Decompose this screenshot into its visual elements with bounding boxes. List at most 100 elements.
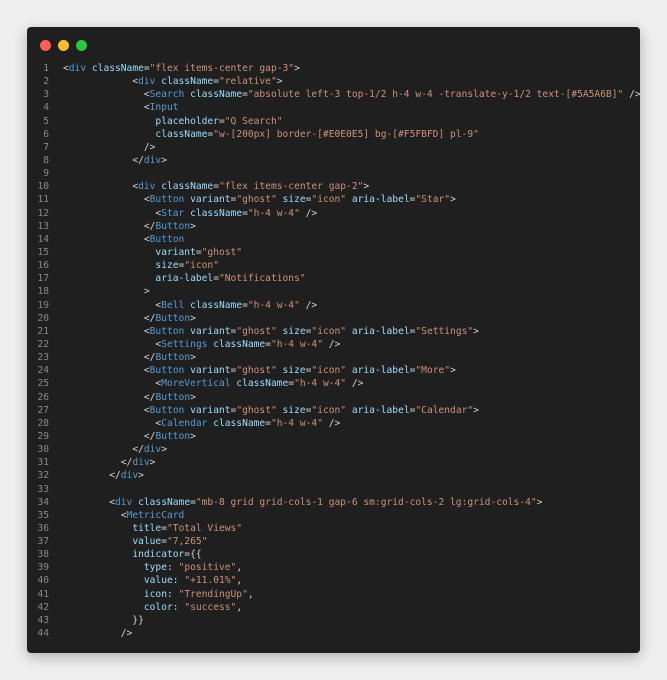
code-text: <Button — [143, 233, 185, 245]
line-number: 42 — [37, 601, 49, 613]
code-text: <MoreVertical className="h-4 w-4" /> — [155, 378, 364, 390]
line-number: 43 — [37, 614, 49, 626]
line-number: 41 — [37, 588, 49, 600]
line-number: 17 — [37, 273, 49, 285]
code-line: 24 <Button variant="ghost" size="icon" a… — [27, 364, 640, 377]
code-line: 36 title="Total Views" — [27, 522, 640, 535]
line-number: 40 — [37, 575, 49, 587]
code-text: placeholder="Q Search" — [155, 115, 283, 127]
code-line: 12 <Star className="h-4 w-4" /> — [27, 207, 640, 220]
line-number: 37 — [37, 536, 49, 548]
code-text: </Button> — [143, 352, 196, 364]
code-text: <div className="flex items-center gap-2"… — [132, 181, 370, 193]
code-line: 27 <Button variant="ghost" size="icon" a… — [27, 404, 640, 417]
line-number: 4 — [43, 102, 49, 114]
code-text: icon: "TrendingUp", — [143, 588, 254, 600]
code-line: 14 <Button — [27, 233, 640, 246]
code-text: <Button variant="ghost" size="icon" aria… — [143, 194, 456, 206]
code-line: 26 </Button> — [27, 391, 640, 404]
code-line: 40 value: "+11.01%", — [27, 574, 640, 587]
code-line: 28 <Calendar className="h-4 w-4" /> — [27, 417, 640, 430]
code-line: 35 <MetricCard — [27, 509, 640, 522]
line-number: 12 — [37, 207, 49, 219]
minimize-window-dot[interactable] — [58, 40, 69, 51]
code-line: 43 }} — [27, 614, 640, 627]
line-number: 16 — [37, 260, 49, 272]
code-line: 23 </Button> — [27, 351, 640, 364]
code-line: 13 </Button> — [27, 220, 640, 233]
line-number: 18 — [37, 286, 49, 298]
line-number: 36 — [37, 522, 49, 534]
line-number: 7 — [43, 141, 49, 153]
code-text: title="Total Views" — [132, 522, 243, 534]
code-text: <Button variant="ghost" size="icon" aria… — [143, 365, 456, 377]
line-number: 25 — [37, 378, 49, 390]
code-text: > — [63, 286, 150, 298]
code-line: 38 indicator={{ — [27, 548, 640, 561]
line-number: 29 — [37, 430, 49, 442]
code-text: variant="ghost" — [155, 246, 243, 258]
code-text: </div> — [120, 457, 156, 469]
code-text: type: "positive", — [143, 562, 243, 574]
line-number: 32 — [37, 470, 49, 482]
code-listing: 1 <div className="flex items-center gap-3… — [27, 62, 640, 640]
code-line: 44 /> — [27, 627, 640, 640]
close-window-dot[interactable] — [40, 40, 51, 51]
code-line: 1 <div className="flex items-center gap-3… — [27, 62, 640, 75]
code-text: value="7,265" — [132, 536, 208, 548]
line-number: 38 — [37, 549, 49, 561]
code-line: 10 <div className="flex items-center gap… — [27, 180, 640, 193]
code-text: <div className="relative"> — [132, 76, 283, 88]
code-line: 19 <Bell className="h-4 w-4" /> — [27, 299, 640, 312]
line-number: 9 — [43, 168, 49, 180]
line-number: 1 — [43, 63, 49, 74]
line-number: 26 — [37, 391, 49, 403]
code-text: aria-label="Notifications" — [155, 273, 306, 285]
code-text: </Button> — [143, 312, 196, 324]
code-text: indicator={{ — [132, 549, 202, 561]
code-line: 11 <Button variant="ghost" size="icon" a… — [27, 193, 640, 206]
code-line: 37 value="7,265" — [27, 535, 640, 548]
code-line: 22 <Settings className="h-4 w-4" /> — [27, 338, 640, 351]
code-editor-window: 1 <div className="flex items-center gap-3… — [27, 27, 640, 653]
code-line: 17 aria-label="Notifications" — [27, 272, 640, 285]
code-line: 9 — [27, 167, 640, 180]
code-line: 33 — [27, 483, 640, 496]
line-number: 20 — [37, 312, 49, 324]
code-text: </Button> — [143, 391, 196, 403]
line-number: 11 — [37, 194, 49, 206]
code-line: 4 <Input — [27, 101, 640, 114]
code-line: 20 </Button> — [27, 312, 640, 325]
code-line: 30 </div> — [27, 443, 640, 456]
line-number: 19 — [37, 299, 49, 311]
code-line: 2 <div className="relative"> — [27, 75, 640, 88]
code-text: <Calendar className="h-4 w-4" /> — [155, 417, 341, 429]
code-line: 3 <Search className="absolute left-3 top… — [27, 88, 640, 101]
line-number: 23 — [37, 352, 49, 364]
zoom-window-dot[interactable] — [76, 40, 87, 51]
window-controls — [40, 40, 87, 51]
line-number: 2 — [43, 76, 49, 88]
line-number: 6 — [43, 128, 49, 140]
code-text: </Button> — [143, 220, 196, 232]
code-line: 34 <div className="mb-8 grid grid-cols-1… — [27, 496, 640, 509]
code-text: <div className="flex items-center gap-3"… — [63, 63, 300, 74]
code-line: 8 </div> — [27, 154, 640, 167]
line-number: 14 — [37, 233, 49, 245]
code-line: 29 </Button> — [27, 430, 640, 443]
code-line: 25 <MoreVertical className="h-4 w-4" /> — [27, 377, 640, 390]
code-text: <Bell className="h-4 w-4" /> — [155, 299, 318, 311]
line-number: 33 — [37, 483, 49, 495]
code-line: 42 color: "success", — [27, 601, 640, 614]
line-number: 44 — [37, 628, 49, 640]
code-line: 6 className="w-[200px] border-[#E0E0E5] … — [27, 128, 640, 141]
code-text: value: "+11.01%", — [143, 575, 243, 587]
line-number: 39 — [37, 562, 49, 574]
line-number: 35 — [37, 509, 49, 521]
code-line: 41 icon: "TrendingUp", — [27, 588, 640, 601]
code-text: color: "success", — [143, 601, 243, 613]
code-text: <Input — [143, 102, 179, 114]
code-line: 21 <Button variant="ghost" size="icon" a… — [27, 325, 640, 338]
